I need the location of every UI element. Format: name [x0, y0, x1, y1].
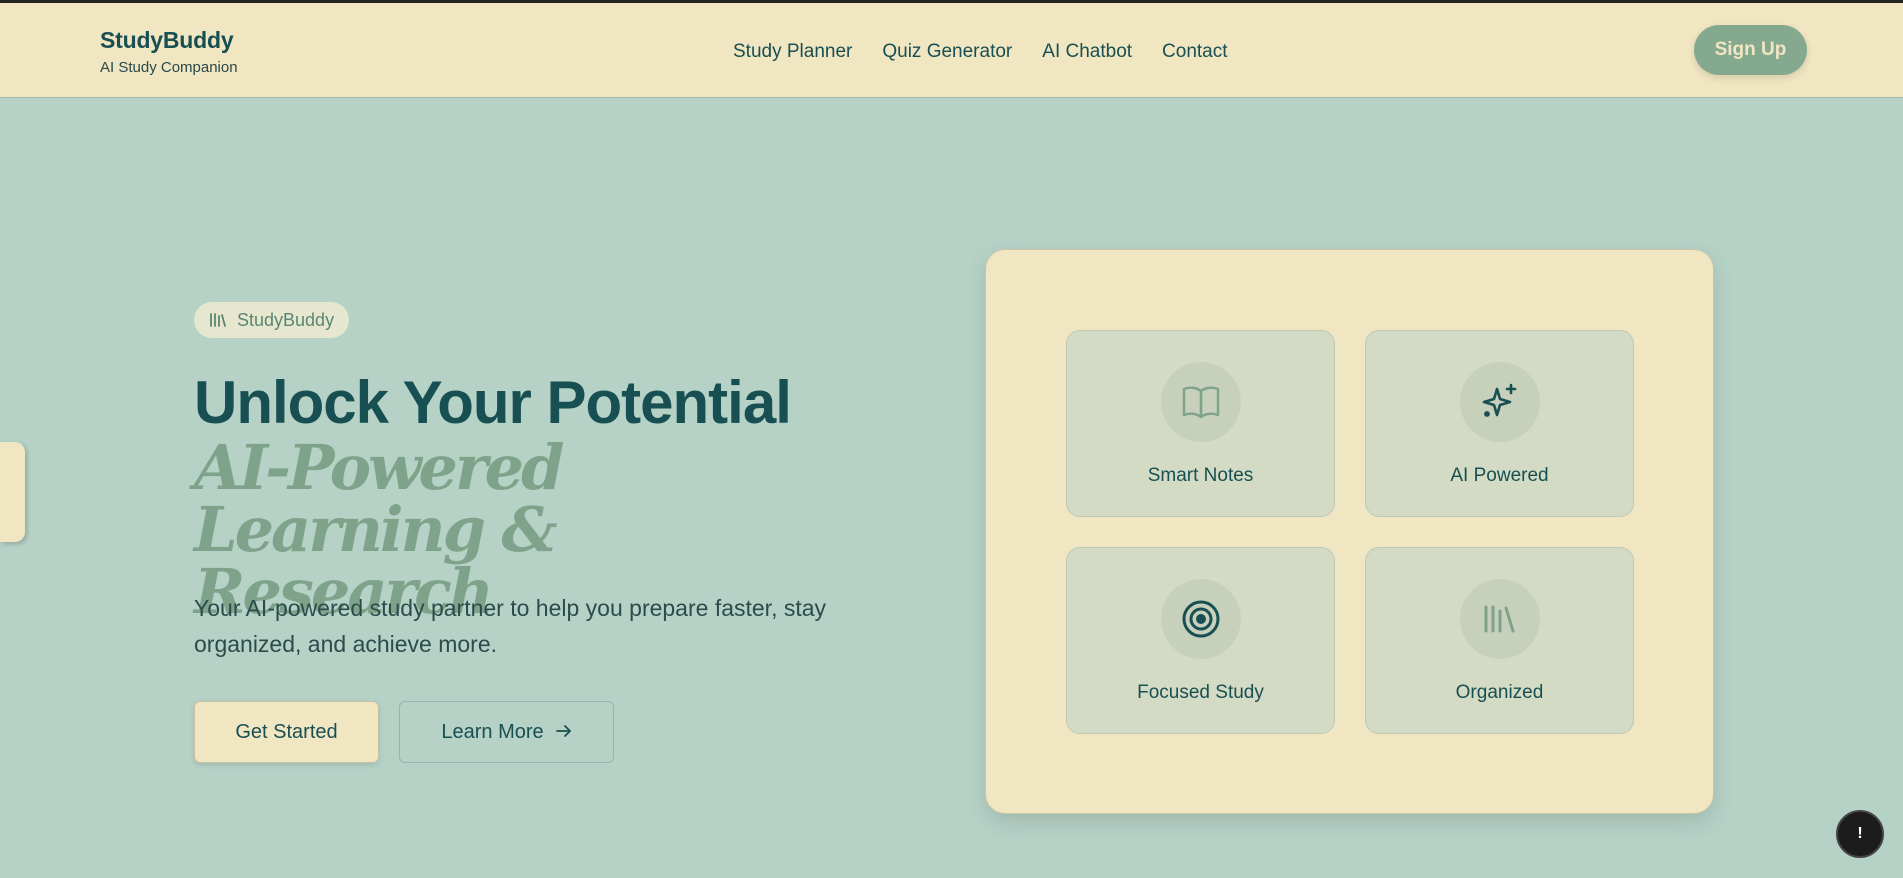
nav-study-planner[interactable]: Study Planner — [733, 41, 852, 63]
brand-title: StudyBuddy — [100, 27, 234, 53]
side-drawer-tab[interactable] — [0, 442, 25, 542]
nav-ai-chatbot[interactable]: AI Chatbot — [1042, 41, 1132, 63]
learn-more-label: Learn More — [441, 720, 544, 743]
brand[interactable]: StudyBuddy AI Study Companion — [100, 27, 238, 76]
feature-tile-ai-powered[interactable]: AI Powered — [1365, 330, 1634, 517]
target-icon — [1161, 579, 1241, 659]
badge-label: StudyBuddy — [237, 309, 335, 330]
arrow-right-icon — [555, 721, 572, 744]
nav-contact[interactable]: Contact — [1162, 41, 1227, 63]
feature-label: Focused Study — [1137, 682, 1264, 703]
feature-tile-smart-notes[interactable]: Smart Notes — [1066, 330, 1335, 517]
brand-subtitle: AI Study Companion — [100, 59, 238, 76]
library-icon — [1460, 579, 1540, 659]
sparkles-icon — [1460, 362, 1540, 442]
feature-label: Organized — [1455, 682, 1544, 703]
main-nav: Study Planner Quiz Generator AI Chatbot … — [733, 41, 1228, 63]
features-card: Smart Notes AI Powered Focused Study Org… — [985, 249, 1714, 814]
floating-help-button[interactable]: ! — [1836, 810, 1884, 858]
hero-description: Your AI-powered study partner to help yo… — [194, 595, 827, 657]
get-started-button[interactable]: Get Started — [194, 701, 379, 763]
site-header: StudyBuddy AI Study Companion Study Plan… — [0, 3, 1903, 98]
feature-label: Smart Notes — [1147, 465, 1254, 486]
feature-label: AI Powered — [1450, 465, 1549, 486]
feature-tile-organized[interactable]: Organized — [1365, 547, 1634, 734]
feature-tile-focused-study[interactable]: Focused Study — [1066, 547, 1335, 734]
hero-title: Unlock Your Potential — [194, 369, 792, 436]
learn-more-button[interactable]: Learn More — [399, 701, 614, 763]
library-icon — [209, 312, 227, 328]
sign-up-button[interactable]: Sign Up — [1694, 25, 1807, 75]
nav-quiz-generator[interactable]: Quiz Generator — [882, 41, 1012, 63]
brand-badge: StudyBuddy — [194, 302, 350, 338]
book-open-icon — [1161, 362, 1241, 442]
